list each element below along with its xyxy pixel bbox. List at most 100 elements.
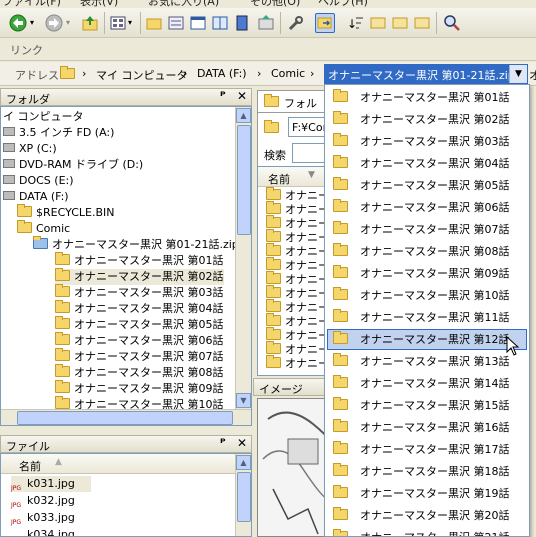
crumb-my-computer[interactable]: マイ コンピュータ [96,67,188,83]
sync-button[interactable] [315,13,335,33]
file-list-header[interactable]: 名前 ▲ [1,454,235,474]
folder-tree-item[interactable]: Comic [17,220,70,237]
content-row[interactable]: オナニー [266,313,329,329]
folder-tree-item[interactable]: DVD-RAM ドライブ (D:) [3,157,143,173]
settings-button[interactable] [286,13,306,33]
crumb-data-drive[interactable]: DATA (F:) [197,67,247,80]
content-row[interactable]: オナニー [266,187,329,203]
crumb-comic[interactable]: Comic [271,67,305,80]
content-row[interactable]: オナニー [266,229,329,245]
scroll-up-button[interactable]: ▲ [236,108,251,123]
content-row[interactable]: オナニー [266,285,329,301]
folder-tree-item[interactable]: オナニーマスター黒沢 第04話 [55,300,224,317]
folder-tree-hscrollbar[interactable] [1,409,251,425]
dropdown-item[interactable]: オナニーマスター黒沢 第11話 [327,307,527,328]
folder-tree-item[interactable]: イ コンピュータ [3,109,84,125]
search-button[interactable] [442,13,462,33]
book-button[interactable] [232,13,252,33]
folder-tree-item[interactable]: XP (C:) [3,141,57,157]
folder-tree-item[interactable]: オナニーマスター黒沢 第09話 [55,380,224,397]
content-row[interactable]: オナニー [266,299,329,315]
dropdown-item[interactable]: オナニーマスター黒沢 第21話 [327,527,527,536]
dropdown-item[interactable]: オナニーマスター黒沢 第19話 [327,483,527,504]
folder-tree-item[interactable]: DOCS (E:) [3,173,74,189]
scroll-thumb[interactable] [237,472,251,522]
close-icon[interactable]: ✕ [237,436,247,450]
dropdown-item[interactable]: オナニーマスター黒沢 第04話 [327,153,527,174]
dropdown-item[interactable]: オナニーマスター黒沢 第08話 [327,241,527,262]
dropdown-item[interactable]: オナニーマスター黒沢 第10話 [327,285,527,306]
hscroll-thumb[interactable] [17,411,233,425]
copy-button[interactable] [390,13,410,33]
folder-tree-scrollbar[interactable]: ▲ ▼ [235,107,251,409]
scroll-thumb[interactable] [237,125,251,235]
dropdown-item[interactable]: オナニーマスター黒沢 第02話 [327,109,527,130]
dropdown-item[interactable]: オナニーマスター黒沢 第01話 [327,87,527,108]
close-icon[interactable]: ✕ [237,89,247,103]
file-row[interactable]: JPG k033.jpg [11,510,75,526]
file-row[interactable]: JPG k032.jpg [11,493,75,509]
dropdown-item[interactable]: オナニーマスター黒沢 第07話 [327,219,527,240]
crumb-selected-zip[interactable]: オナニーマスター黒沢 第01-21話.zip [324,64,528,84]
dropdown-item[interactable]: オナニーマスター黒沢 第18話 [327,461,527,482]
dropdown-item[interactable]: オナニーマスター黒沢 第17話 [327,439,527,460]
panes-button[interactable] [210,13,230,33]
export-button[interactable] [256,13,276,33]
content-row[interactable]: オナニー [266,355,329,371]
dropdown-item[interactable]: オナニーマスター黒沢 第15話 [327,395,527,416]
content-row[interactable]: オナニー [266,215,329,231]
scroll-up-button[interactable]: ▲ [236,455,251,470]
content-row[interactable]: オナニー [266,327,329,343]
folder-tree-item[interactable]: 3.5 インチ FD (A:) [3,125,114,141]
folder-tree-item[interactable]: オナニーマスター黒沢 第05話 [55,316,224,333]
pin-icon[interactable]: ᴾ [220,436,226,450]
content-row[interactable]: オナニー [266,271,329,287]
name-column-header[interactable]: 名前 [268,171,290,187]
content-row[interactable]: オナニー [266,201,329,217]
view-mode-button[interactable] [108,13,128,33]
up-folder-button[interactable] [80,13,100,33]
menu-favorites[interactable]: お気に入り(A) [148,0,219,8]
content-row[interactable]: オナニー [266,341,329,357]
dropdown-item[interactable]: オナニーマスター黒沢 第16話 [327,417,527,438]
envelope-button[interactable] [368,13,388,33]
dropdown-item[interactable]: オナニーマスター黒沢 第14話 [327,373,527,394]
pin-icon[interactable]: ᴾ [220,89,226,103]
forward-button[interactable] [44,13,64,33]
crumb-dropdown-button[interactable]: ▼ [509,65,527,83]
folder-tree-item[interactable]: オナニーマスター黒沢 第02話 [55,268,224,285]
sort-button[interactable]: ↓ [345,13,365,33]
folder-tree-item[interactable]: オナニーマスター黒沢 第08話 [55,364,224,381]
dropdown-item[interactable]: オナニーマスター黒沢 第12話 [327,329,527,350]
scroll-down-button[interactable]: ▼ [236,393,251,408]
folder-tree-item[interactable]: オナニーマスター黒沢 第01-21話.zip [33,236,239,253]
dropdown-item[interactable]: オナニーマスター黒沢 第13話 [327,351,527,372]
forward-dropdown-icon[interactable]: ▾ [66,13,76,33]
menu-help[interactable]: ヘルプ(H) [318,0,368,8]
folder-tree-item[interactable]: オナニーマスター黒沢 第01話 [55,252,224,269]
dropdown-item[interactable]: オナニーマスター黒沢 第05話 [327,175,527,196]
view-dropdown-icon[interactable]: ▾ [128,13,138,33]
move-button[interactable] [412,13,432,33]
menu-file[interactable]: ファイル(F) [2,0,61,8]
folder-tree-item[interactable]: オナニーマスター黒沢 第06話 [55,332,224,349]
list-view-button[interactable] [166,13,186,33]
dropdown-item[interactable]: オナニーマスター黒沢 第20話 [327,505,527,526]
file-row[interactable]: JPGk034.jpg [11,527,75,536]
back-button[interactable] [8,13,28,33]
content-row[interactable]: オナニー [266,243,329,259]
name-column-header[interactable]: 名前 [19,458,41,474]
dropdown-item[interactable]: オナニーマスター黒沢 第03話 [327,131,527,152]
menu-view[interactable]: 表示(V) [80,0,118,8]
menu-other[interactable]: その他(O) [250,0,300,8]
dropdown-item[interactable]: オナニーマスター黒沢 第09話 [327,263,527,284]
folders-button[interactable] [144,13,164,33]
preview-button[interactable] [188,13,208,33]
content-row[interactable]: オナニー [266,257,329,273]
dropdown-item[interactable]: オナニーマスター黒沢 第06話 [327,197,527,218]
folder-tree-item[interactable]: オナニーマスター黒沢 第07話 [55,348,224,365]
folder-tree-item[interactable]: DATA (F:) [3,189,69,205]
file-list-scrollbar[interactable]: ▲ [235,454,251,536]
file-row[interactable]: JPG k031.jpg [11,476,91,492]
folder-tree-item[interactable]: オナニーマスター黒沢 第03話 [55,284,224,301]
